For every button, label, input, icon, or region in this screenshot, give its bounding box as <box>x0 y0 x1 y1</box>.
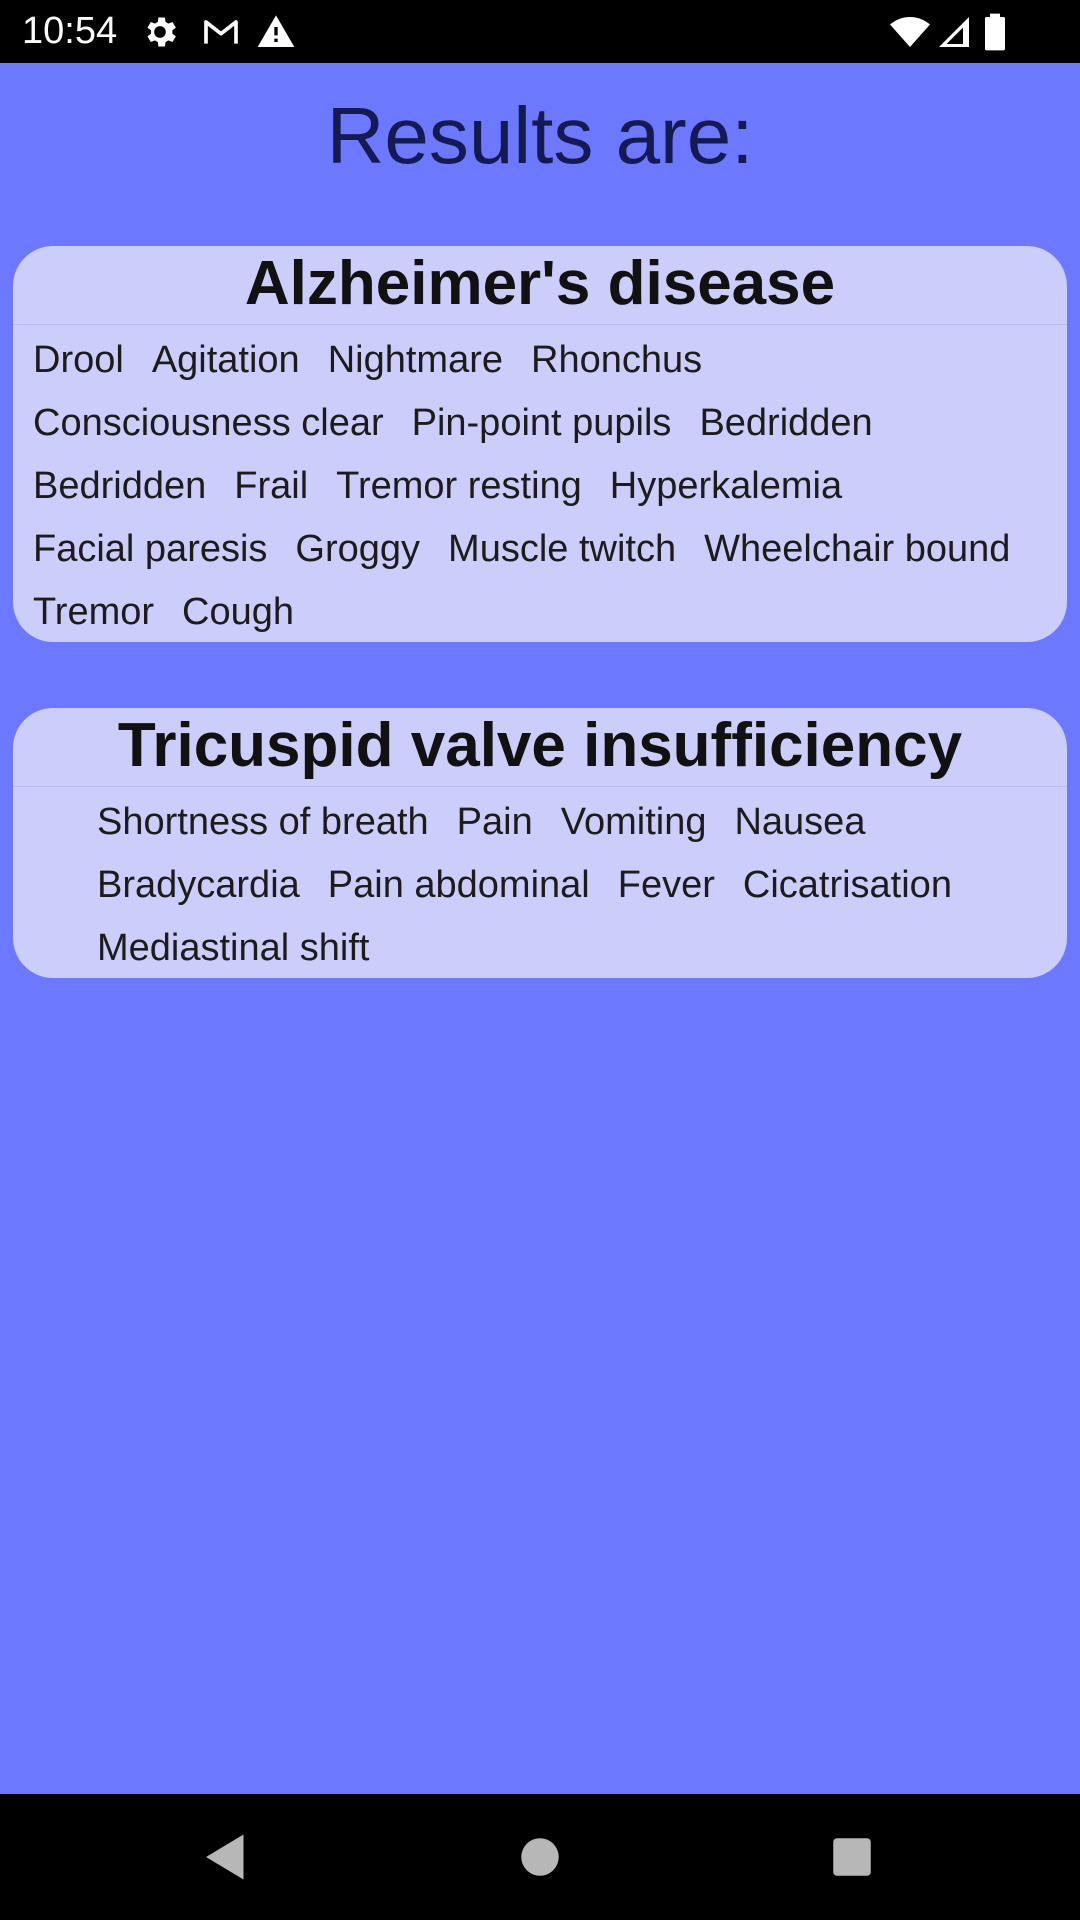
symptom-item: Groggy <box>295 528 421 570</box>
symptom-item: Cicatrisation <box>742 864 952 906</box>
status-bar: 10:54 <box>0 0 1080 63</box>
symptom-item: Mediastinal shift <box>97 927 370 969</box>
navigation-bar <box>0 1794 1080 1920</box>
symptom-item: Cough <box>182 591 295 633</box>
symptom-item: Nausea <box>734 801 866 843</box>
disease-title: Tricuspid valve insufficiency <box>13 708 1067 787</box>
symptom-item: Drool <box>33 339 124 381</box>
back-icon[interactable] <box>196 1827 256 1887</box>
symptom-item: Facial paresis <box>33 528 268 570</box>
symptom-item: Bradycardia <box>97 864 300 906</box>
symptom-item: Shortness of breath <box>97 801 429 843</box>
symptom-list: Drool Agitation Nightmare Rhonchus Consc… <box>13 325 1067 644</box>
symptom-item: Hyperkalemia <box>609 465 843 507</box>
wifi-icon <box>888 12 932 52</box>
page-title: Results are: <box>326 91 754 180</box>
home-icon[interactable] <box>510 1827 570 1887</box>
status-time: 10:54 <box>22 10 118 52</box>
battery-icon <box>982 12 1008 52</box>
symptom-item: Pain abdominal <box>327 864 590 906</box>
signal-icon <box>936 12 972 52</box>
recents-icon[interactable] <box>822 1827 882 1887</box>
symptom-item: Fever <box>617 864 715 906</box>
symptom-item: Frail <box>234 465 309 507</box>
gmail-icon <box>198 12 244 52</box>
disease-title: Alzheimer's disease <box>13 246 1067 325</box>
symptom-item: Rhonchus <box>531 339 703 381</box>
symptom-item: Wheelchair bound <box>704 528 1011 570</box>
symptom-list: Shortness of breath Pain Vomiting Nausea… <box>13 787 1067 980</box>
result-card: Alzheimer's disease Drool Agitation Nigh… <box>13 246 1067 642</box>
symptom-item: Nightmare <box>327 339 503 381</box>
symptom-item: Tremor <box>33 591 155 633</box>
warning-icon <box>256 12 296 52</box>
symptom-item: Consciousness clear <box>33 402 384 444</box>
symptom-item: Pain <box>456 801 533 843</box>
gear-icon <box>140 12 180 52</box>
symptom-item: Bedridden <box>699 402 873 444</box>
symptom-item: Tremor resting <box>336 465 582 507</box>
symptom-item: Vomiting <box>560 801 707 843</box>
symptom-item: Agitation <box>151 339 300 381</box>
symptom-item: Muscle twitch <box>448 528 677 570</box>
symptom-item: Bedridden <box>33 465 207 507</box>
symptom-item: Pin-point pupils <box>411 402 672 444</box>
result-card: Tricuspid valve insufficiency Shortness … <box>13 708 1067 978</box>
